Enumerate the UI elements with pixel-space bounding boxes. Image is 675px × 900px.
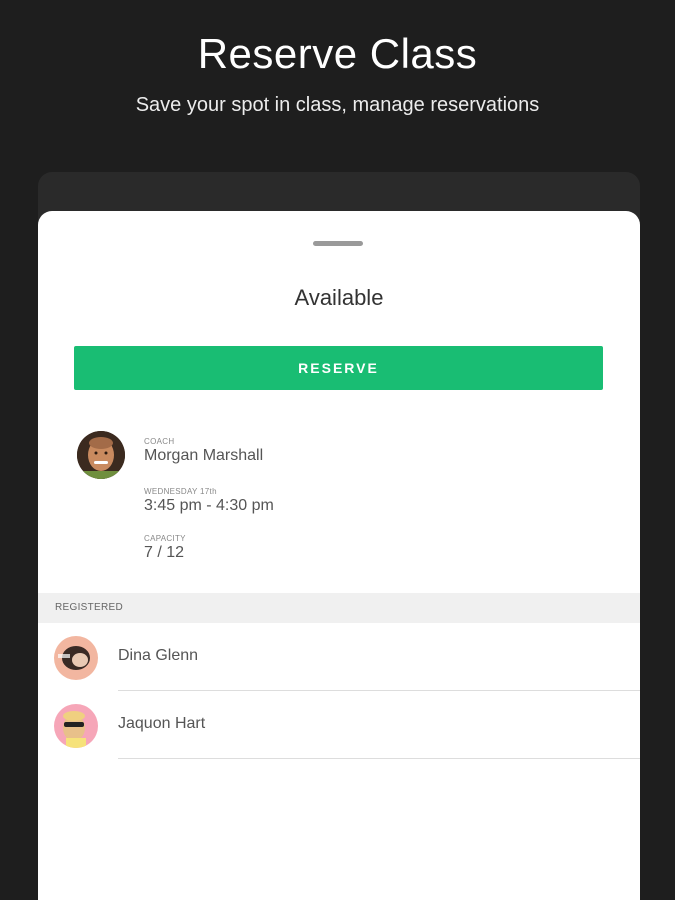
reserve-button[interactable]: RESERVE (74, 346, 603, 390)
registered-label: REGISTERED (55, 602, 124, 613)
row-divider (118, 758, 640, 759)
avatar (54, 704, 98, 748)
availability-status: Available (294, 285, 384, 310)
registered-row[interactable]: Dina Glenn (38, 623, 640, 691)
avatar (54, 636, 98, 680)
hero-title: Reserve Class (197, 30, 478, 77)
capacity-value: 7 / 12 (144, 544, 185, 561)
coach-name: Morgan Marshall (144, 447, 264, 464)
coach-label: COACH (144, 437, 175, 446)
hero-subtitle: Save your spot in class, manage reservat… (135, 94, 540, 116)
class-detail-sheet: Available RESERVE COACH Morgan Marshall … (38, 211, 640, 900)
date-label: WEDNESDAY 17th (144, 487, 217, 496)
capacity-label: CAPACITY (144, 534, 186, 543)
class-time: 3:45 pm - 4:30 pm (144, 497, 274, 514)
app-screen: Reserve Class Save your spot in class, m… (0, 0, 675, 900)
registered-row[interactable]: Jaquon Hart (38, 691, 640, 759)
registered-name: Jaquon Hart (118, 715, 206, 732)
registered-name: Dina Glenn (118, 647, 199, 664)
registered-section-header: REGISTERED (38, 593, 640, 623)
drag-handle[interactable] (313, 241, 363, 246)
coach-avatar (77, 431, 125, 479)
